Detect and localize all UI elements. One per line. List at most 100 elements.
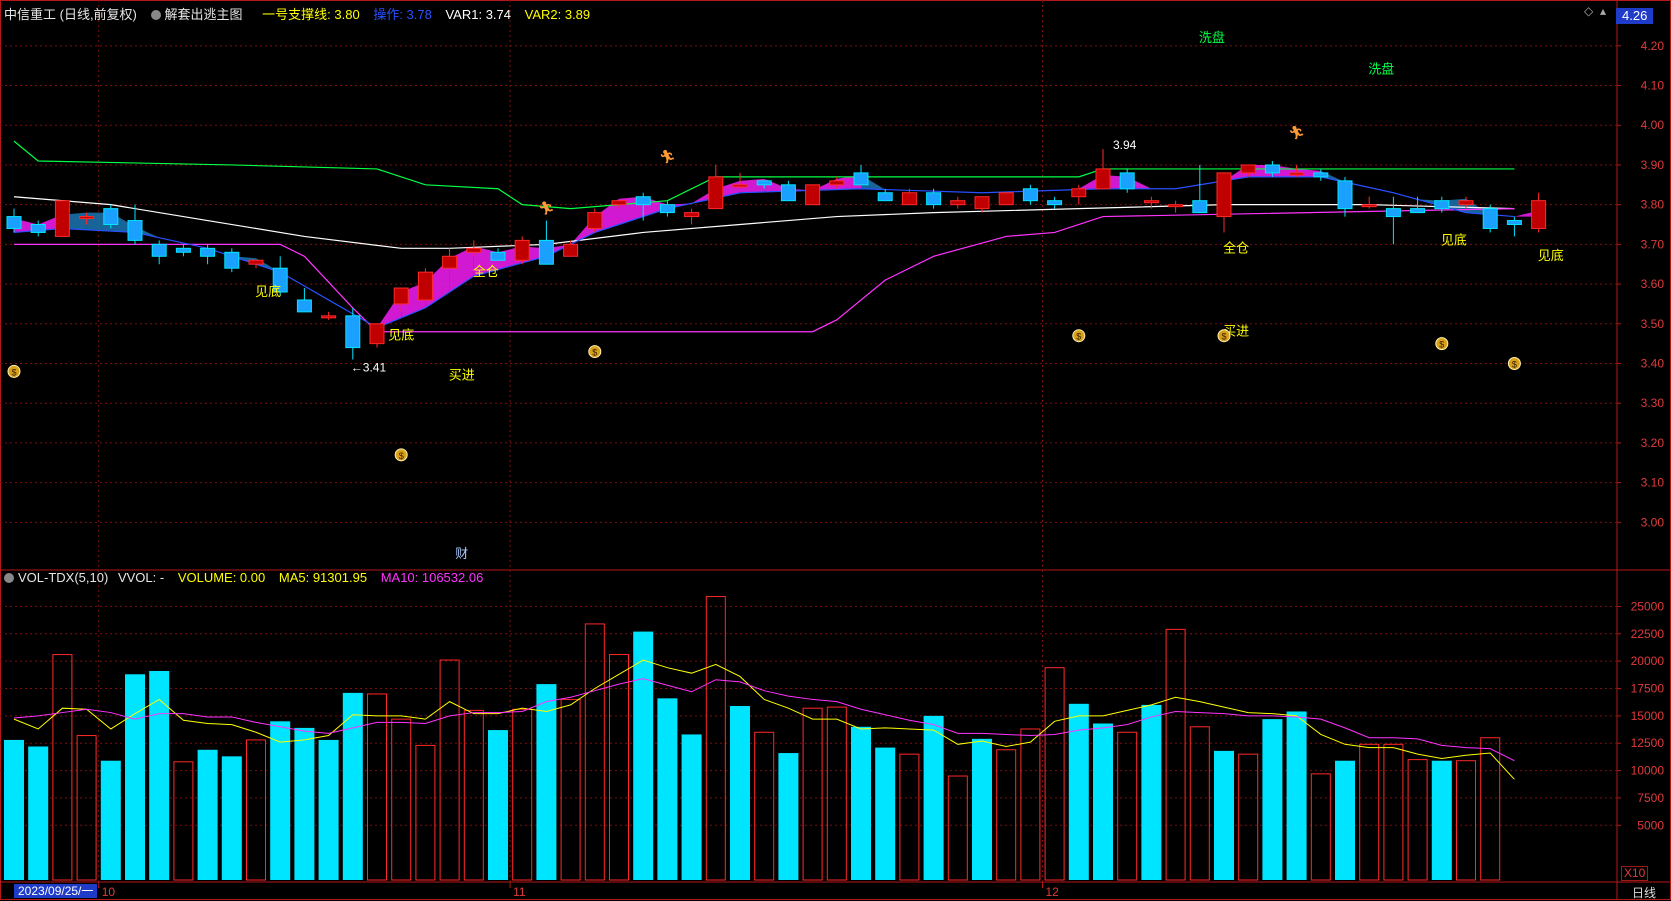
volume-bar bbox=[1359, 743, 1380, 881]
volume-tick-label: 25000 bbox=[1631, 599, 1665, 613]
volume-indicator-name: VOL-TDX(5,10) bbox=[18, 570, 109, 585]
candle-body bbox=[684, 212, 700, 218]
price-tick-label: 3.90 bbox=[1641, 158, 1665, 172]
price-tick-label: 3.60 bbox=[1641, 277, 1665, 291]
ma5-value: MA5: 91301.95 bbox=[278, 570, 368, 585]
volume-bar bbox=[125, 674, 145, 880]
money-bag-symbol: $ bbox=[1439, 340, 1444, 350]
volume-bar bbox=[657, 698, 678, 880]
volume-bar bbox=[536, 684, 557, 880]
volume-bar bbox=[221, 756, 242, 880]
volume-bar bbox=[1044, 667, 1065, 881]
candle-body bbox=[248, 259, 264, 265]
up-arrow-icon[interactable]: ▴ bbox=[1600, 4, 1606, 18]
trend-ribbon bbox=[449, 246, 474, 293]
period-tab[interactable]: 日线 bbox=[1632, 884, 1656, 901]
volume-bar bbox=[1383, 743, 1404, 881]
volume-bar bbox=[415, 744, 436, 881]
volume-bar bbox=[560, 698, 581, 881]
volume-bar bbox=[28, 746, 49, 880]
volume-bar bbox=[270, 721, 291, 880]
candle-body bbox=[200, 247, 216, 257]
candle-body bbox=[611, 200, 627, 206]
candle-body bbox=[1071, 188, 1087, 198]
candle-body bbox=[1434, 200, 1450, 210]
volume-bar bbox=[1310, 773, 1331, 881]
price-tick-label: 3.50 bbox=[1641, 317, 1665, 331]
extreme-price-label: ←3.41 bbox=[351, 361, 387, 375]
candle-body bbox=[1289, 172, 1305, 176]
indicator-selector[interactable]: 解套出逃主图 bbox=[150, 7, 243, 22]
candle-body bbox=[127, 220, 143, 241]
candle-body bbox=[780, 184, 796, 202]
month-label: 12 bbox=[1046, 885, 1060, 899]
volume-bar bbox=[1238, 753, 1259, 881]
volume-tick-label: 22500 bbox=[1631, 627, 1665, 641]
diamond-icon[interactable]: ◇ bbox=[1584, 4, 1593, 18]
volume-bar bbox=[802, 707, 823, 881]
volume-bar bbox=[875, 747, 896, 880]
candle-body bbox=[1047, 200, 1063, 206]
signal-annotation: 洗盘 bbox=[1199, 30, 1225, 45]
volume-bar bbox=[367, 693, 387, 881]
volume-bar bbox=[4, 739, 24, 880]
volume-panel-header: VOL-TDX(5,10) VVOL: - VOLUME: 0.00 MA5: … bbox=[4, 570, 493, 585]
candle-body bbox=[563, 243, 579, 257]
indicator-dropdown-icon bbox=[150, 10, 161, 20]
legend-support-line: 一号支撑线: 3.80 bbox=[262, 7, 360, 22]
volume-bar bbox=[851, 726, 871, 880]
month-label: 11 bbox=[513, 885, 526, 899]
candle-body bbox=[151, 243, 167, 257]
vvol-value: VVOL: - bbox=[117, 570, 165, 585]
volume-bar bbox=[76, 735, 97, 881]
volume-bar bbox=[1286, 711, 1307, 880]
candle-body bbox=[732, 184, 748, 188]
volume-bar bbox=[584, 623, 605, 881]
candle-body bbox=[1143, 200, 1159, 204]
multiplier-label: X10 bbox=[1621, 866, 1649, 881]
candle-body bbox=[1482, 208, 1498, 229]
price-tick-label: 3.70 bbox=[1641, 237, 1665, 251]
candle-body bbox=[393, 287, 409, 305]
legend-operation-line: 操作: 3.78 bbox=[373, 7, 432, 22]
price-tick-label: 3.00 bbox=[1641, 515, 1665, 529]
candle-body bbox=[1095, 168, 1111, 190]
candle-body bbox=[79, 216, 95, 220]
volume-bar bbox=[705, 596, 726, 881]
volume-bar bbox=[173, 761, 194, 881]
legend-var2-line: VAR2: 3.89 bbox=[524, 7, 591, 22]
volume-tick-label: 15000 bbox=[1631, 709, 1665, 723]
date-readout: 2023/09/25/一 bbox=[14, 884, 98, 898]
volume-value: VOLUME: 0.00 bbox=[177, 570, 266, 585]
volume-bar bbox=[1093, 723, 1113, 880]
volume-bar bbox=[1407, 759, 1428, 881]
candle-body bbox=[1264, 164, 1280, 174]
candle-body bbox=[296, 299, 312, 313]
volume-bar bbox=[778, 753, 799, 880]
candle-body bbox=[974, 196, 990, 210]
candle-body bbox=[1458, 200, 1474, 206]
volume-bar bbox=[1431, 760, 1452, 880]
volume-bar bbox=[899, 753, 920, 881]
volume-bar bbox=[633, 631, 654, 880]
stock-chart[interactable]: 3.00 3.10 3.20 3.30 3.40 3.50 3.60 3.70 3.80 3.90… bbox=[0, 0, 1671, 900]
stock-title[interactable]: 中信重工 (日线,前复权) bbox=[4, 7, 137, 22]
candle-body bbox=[756, 180, 772, 186]
volume-indicator-selector[interactable]: VOL-TDX(5,10) bbox=[4, 570, 108, 585]
candle-body bbox=[6, 216, 22, 229]
volume-bar bbox=[100, 760, 121, 880]
signal-annotation: 买进 bbox=[449, 367, 475, 382]
candle-body bbox=[442, 255, 458, 269]
candle-body bbox=[1313, 172, 1329, 178]
candle-body bbox=[1361, 204, 1377, 208]
volume-bar bbox=[1456, 760, 1476, 881]
candle-body bbox=[490, 251, 506, 261]
price-panel-header: 中信重工 (日线,前复权) 解套出逃主图 一号支撑线: 3.80 操作: 3.7… bbox=[4, 4, 600, 23]
volume-bar bbox=[1165, 628, 1186, 881]
signal-annotation: 见底 bbox=[1538, 248, 1564, 263]
candle-body bbox=[1022, 188, 1038, 202]
volume-bar bbox=[318, 739, 339, 880]
volume-bar bbox=[1214, 750, 1234, 880]
candle-body bbox=[635, 196, 651, 206]
volume-bar bbox=[1335, 760, 1355, 880]
